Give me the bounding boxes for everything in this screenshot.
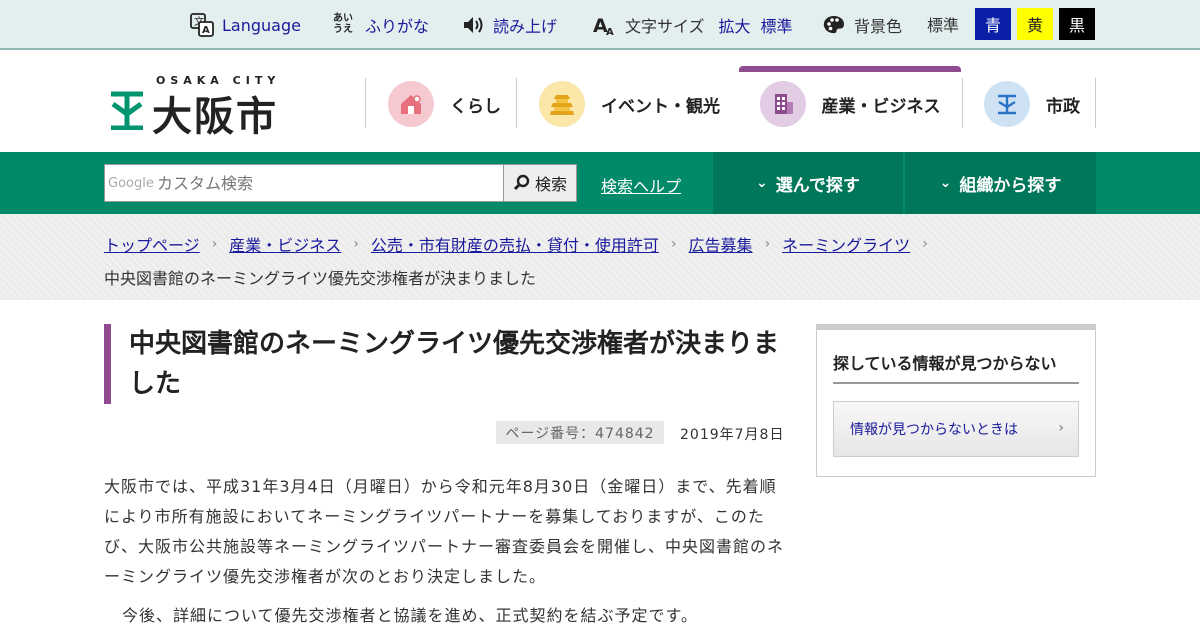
palette-icon [823, 16, 844, 34]
house-icon [388, 81, 434, 127]
furigana-label: ふりがな [365, 17, 430, 36]
breadcrumb-link[interactable]: 公売・市有財産の売払・貸付・使用許可 [371, 232, 659, 256]
logo-title: 大阪市 [152, 94, 278, 140]
bg-standard-button[interactable]: 標準 [917, 8, 969, 40]
nav-label: 市政 [1046, 96, 1080, 117]
nav-label: イベント・観光 [601, 96, 720, 117]
page-number-badge: ページ番号：474842 [496, 421, 664, 444]
bg-yellow-button[interactable]: 黄 [1017, 8, 1053, 40]
building-icon [759, 81, 806, 127]
nav-label: くらし [450, 96, 501, 117]
chevron-down-icon: ⌄ [756, 175, 768, 191]
utility-bar: 文 A Language あい うえ ふりがな 読み上げ A A 文字サイズ 拡… [0, 0, 1200, 50]
language-label: Language [222, 15, 301, 35]
svg-text:A: A [202, 25, 210, 36]
org-search-button[interactable]: ⌄ 組織から探す [905, 152, 1096, 214]
org-search-label: 組織から探す [959, 175, 1062, 196]
svg-text:A: A [606, 27, 614, 37]
page-title-block: 中央図書館のネーミングライツ優先交渉権者が決まりました [104, 324, 784, 404]
city-emblem-icon [984, 81, 1030, 127]
translate-icon: 文 A [190, 13, 214, 37]
nav-item-shisei[interactable]: 市政 [984, 66, 1080, 142]
breadcrumb-current: 中央図書館のネーミングライツ優先交渉権者が決まりました [104, 269, 537, 288]
chevron-down-icon: ⌄ [939, 175, 952, 191]
furigana-link[interactable]: あい うえ ふりがな [333, 12, 429, 38]
standard-text-button[interactable]: 標準 [761, 13, 793, 37]
breadcrumb-link[interactable]: 広告募集 [689, 232, 753, 256]
search-button[interactable]: 検索 [503, 164, 577, 202]
bg-black-button[interactable]: 黒 [1059, 8, 1095, 40]
sidebar-help-box: 探している情報が見つからない 情報が見つからないときは › [816, 324, 1096, 477]
nav-label: 産業・ビジネス [821, 96, 941, 117]
chevron-right-icon: › [353, 236, 359, 252]
breadcrumb-link[interactable]: 産業・ビジネス [229, 232, 341, 256]
nav-divider [365, 78, 366, 128]
sidebar-heading: 探している情報が見つからない [833, 350, 1079, 384]
chevron-right-icon: › [764, 236, 771, 252]
nav-item-kurashi[interactable]: くらし [388, 66, 501, 142]
nav-item-business[interactable]: 産業・ビジネス [739, 66, 961, 142]
read-aloud-link[interactable]: 読み上げ [461, 12, 557, 38]
publish-date: 2019年7月8日 [680, 427, 785, 443]
text-size-group: A A 文字サイズ 拡大 標準 [593, 12, 793, 38]
search-icon [513, 174, 530, 191]
article-paragraph: 大阪市では、平成31年3月4日（月曜日）から令和元年8月30日（金曜日）まで、先… [104, 477, 785, 586]
search-button-label: 検索 [534, 175, 567, 194]
search-bar: Google 検索 検索ヘルプ ⌄ 選んで探す ⌄ 組織から探す [0, 152, 1200, 214]
breadcrumb-link[interactable]: ネーミングライツ [782, 232, 910, 256]
search-input[interactable] [157, 171, 497, 195]
choose-search-label: 選んで探す [775, 175, 860, 196]
choose-search-button[interactable]: ⌄ 選んで探す [713, 152, 903, 214]
language-link[interactable]: 文 A Language [190, 12, 301, 38]
site-logo[interactable]: OSAKA CITY 大阪市 [108, 74, 288, 140]
nav-divider [516, 78, 517, 128]
article-paragraph: 今後、詳細について優先交渉権者と協議を進め、正式契約を結ぶ予定です。 [122, 606, 698, 625]
bg-blue-button[interactable]: 青 [975, 8, 1011, 40]
google-label: Google [108, 176, 154, 191]
nav-item-events[interactable]: イベント・観光 [539, 66, 720, 142]
enlarge-text-button[interactable]: 拡大 [719, 13, 751, 37]
osaka-emblem-icon [111, 91, 143, 130]
not-found-help-link[interactable]: 情報が見つからないときは › [833, 401, 1079, 457]
text-size-icon: A A [593, 15, 614, 37]
chevron-right-icon: › [670, 236, 677, 252]
nav-divider [962, 78, 963, 128]
chevron-right-icon: › [1058, 420, 1064, 436]
furigana-icon: あい うえ [333, 13, 353, 35]
bg-color-label: 背景色 [854, 17, 903, 36]
search-help-link[interactable]: 検索ヘルプ [601, 173, 681, 197]
chevron-right-icon: › [922, 236, 928, 252]
breadcrumb: トップページ › 産業・ビジネス › 公売・市有財産の売払・貸付・使用許可 › … [0, 214, 1200, 300]
search-field: Google [104, 164, 504, 202]
breadcrumb-link[interactable]: トップページ [104, 232, 200, 256]
text-size-label: 文字サイズ [625, 17, 705, 36]
page-title: 中央図書館のネーミングライツ優先交渉権者が決まりました [129, 329, 780, 399]
site-header: OSAKA CITY 大阪市 くらし イベント・観光 産業・ビジネス 市政 [0, 52, 1200, 152]
nav-divider [1095, 78, 1096, 128]
speaker-icon [464, 17, 483, 33]
chevron-right-icon: › [211, 236, 218, 252]
sidebar-link-label: 情報が見つからないときは [850, 422, 1018, 438]
breadcrumb-links: トップページ › 産業・ビジネス › 公売・市有財産の売払・貸付・使用許可 › … [104, 232, 940, 256]
read-aloud-label: 読み上げ [493, 17, 558, 36]
castle-icon [539, 81, 585, 127]
bg-color-group: 背景色 [822, 12, 902, 38]
